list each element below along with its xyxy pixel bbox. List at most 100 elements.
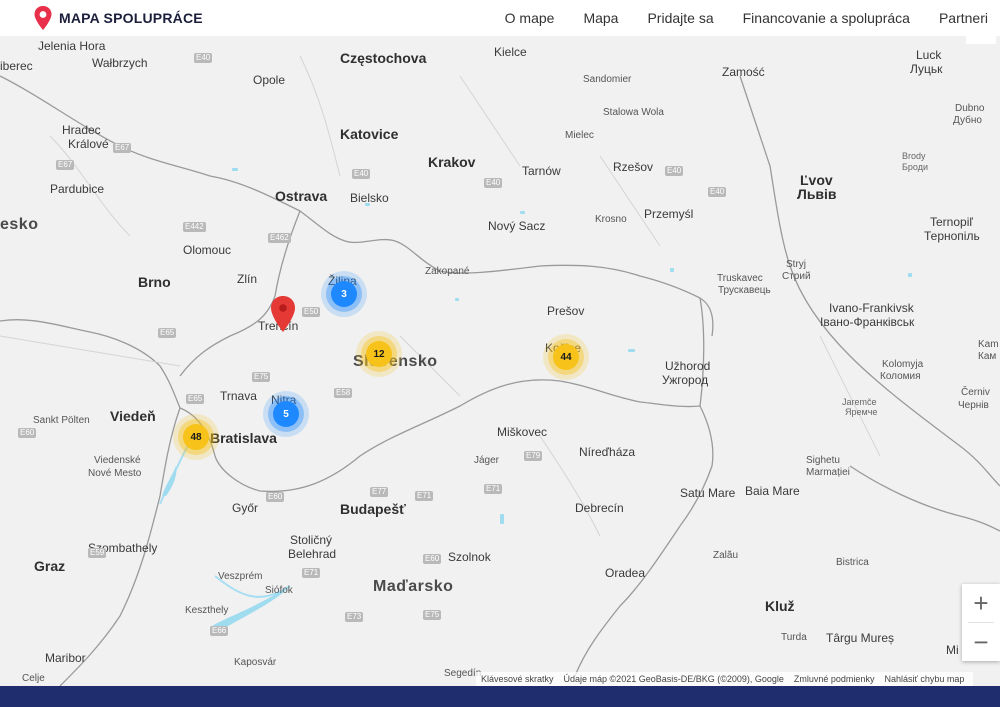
label-zakopane: Zakopané xyxy=(425,266,470,277)
label-zlin: Zlín xyxy=(237,272,258,286)
label-kluz: Kluž xyxy=(765,598,795,614)
label-novy-sacz: Nový Sacz xyxy=(488,219,546,233)
road-shield: E79 xyxy=(524,451,543,461)
footer-bar xyxy=(0,686,1000,707)
label-targu-mures: Târgu Mureș xyxy=(826,631,895,645)
label-vesprem: Veszprém xyxy=(218,571,263,582)
label-rzesov: Rzešov xyxy=(613,160,654,174)
road-shield: E40 xyxy=(352,169,371,179)
map-attribution: Klávesové skratky Údaje máp ©2021 GeoBas… xyxy=(476,672,974,686)
label-walbrzych: Wałbrzych xyxy=(92,56,148,70)
road-shield: E40 xyxy=(708,187,727,197)
label-satu-mare: Satu Mare xyxy=(680,486,736,500)
label-czestochowa: Częstochova xyxy=(340,50,427,66)
label-lvov-cyr: Львів xyxy=(797,186,837,202)
label-ostrava: Ostrava xyxy=(275,188,328,204)
road-shield: E75 xyxy=(252,372,271,382)
zoom-out-button[interactable]: − xyxy=(962,623,1000,661)
label-marmatiei: Marmației xyxy=(806,467,850,478)
label-pardubice: Pardubice xyxy=(50,182,105,196)
road-shield: E71 xyxy=(415,491,434,501)
map-base-layer xyxy=(0,55,1000,686)
label-oradea: Oradea xyxy=(605,566,646,580)
terms-link[interactable]: Zmluvné podmienky xyxy=(794,674,875,684)
label-cernivce-cyr: Чернів xyxy=(958,400,989,411)
road-shield: E40 xyxy=(484,178,503,188)
cluster-kosice[interactable]: 44 xyxy=(553,344,579,370)
road-shield: E67 xyxy=(113,143,132,153)
label-krosno: Krosno xyxy=(595,214,627,225)
label-kam-cyr: Кам xyxy=(978,351,997,362)
label-gyor: Győr xyxy=(232,501,259,515)
label-uzhorod-cyr: Ужгород xyxy=(662,373,709,387)
label-zalau: Zalău xyxy=(713,550,739,561)
road-shield: E65 xyxy=(186,394,205,404)
road-shield: E462 xyxy=(268,233,291,243)
label-olomouc: Olomouc xyxy=(183,243,232,257)
label-keszthely: Keszthely xyxy=(185,605,229,616)
label-hradec: Hradec xyxy=(62,123,101,137)
keyboard-shortcuts-link[interactable]: Klávesové skratky xyxy=(481,674,554,684)
cluster-bratislava[interactable]: 48 xyxy=(183,424,209,450)
label-dubno-cyr: Дубно xyxy=(953,115,982,126)
label-luck-cyr: Луцьк xyxy=(910,62,943,76)
label-cesko: esko xyxy=(0,216,39,233)
label-ivano-cyr: Івано-Франківськ xyxy=(820,315,915,329)
road-shield: E73 xyxy=(345,612,364,622)
site-title: MAPA SPOLUPRÁCE xyxy=(59,10,203,26)
zoom-controls: + − xyxy=(962,584,1000,661)
label-debrecin: Debrecín xyxy=(575,501,624,515)
label-bistrica: Bistrica xyxy=(836,557,869,568)
nav-o-mape[interactable]: O mape xyxy=(505,10,555,26)
nav-financovanie[interactable]: Financovanie a spolupráca xyxy=(743,10,910,26)
brand[interactable]: MAPA SPOLUPRÁCE xyxy=(34,6,203,30)
label-budapest: Budapešť xyxy=(340,501,406,517)
road-shield: E442 xyxy=(183,222,206,232)
road-shield: E71 xyxy=(484,484,503,494)
nav-mapa[interactable]: Mapa xyxy=(583,10,618,26)
main-nav: O mape Mapa Pridajte sa Financovanie a s… xyxy=(476,10,988,26)
label-presov: Prešov xyxy=(547,304,585,318)
report-error-link[interactable]: Nahlásiť chybu map xyxy=(884,674,964,684)
label-brno: Brno xyxy=(138,274,171,290)
zoom-in-button[interactable]: + xyxy=(962,584,1000,622)
label-przemysl: Przemyśl xyxy=(644,207,694,221)
fullscreen-control[interactable] xyxy=(966,36,996,44)
label-szolnok: Szolnok xyxy=(448,550,491,564)
cluster-central-slovakia[interactable]: 12 xyxy=(366,341,392,367)
road-shield: E71 xyxy=(302,568,321,578)
label-luck: Luck xyxy=(916,48,942,62)
map-canvas[interactable]: Jelenia Hora iberec Wałbrzych Opole Częs… xyxy=(0,36,1000,686)
road-shield: E40 xyxy=(665,166,684,176)
label-trnava: Trnava xyxy=(220,389,257,403)
map-marker-pin-icon[interactable] xyxy=(270,296,296,332)
road-shield: E75 xyxy=(423,610,442,620)
label-katovice: Katovice xyxy=(340,126,399,142)
label-celje: Celje xyxy=(22,673,45,684)
road-shield: E67 xyxy=(56,160,75,170)
map-data-attribution: Údaje máp ©2021 GeoBasis-DE/BKG (©2009),… xyxy=(563,674,784,684)
label-kaposvar: Kaposvár xyxy=(234,657,277,668)
road-shield: E60 xyxy=(423,554,442,564)
cluster-zilina[interactable]: 3 xyxy=(331,281,357,307)
label-bratislava: Bratislava xyxy=(210,430,277,446)
road-shield: E58 xyxy=(334,388,353,398)
label-opole: Opole xyxy=(253,73,286,87)
label-truskavec-cyr: Трускавець xyxy=(718,285,771,296)
road-shield: E77 xyxy=(370,487,389,497)
label-viedenske: Viedenské xyxy=(94,455,141,466)
label-nove-mesto: Nové Mesto xyxy=(88,468,142,479)
label-stalowa-wola: Stalowa Wola xyxy=(603,107,664,118)
nav-partneri[interactable]: Partneri xyxy=(939,10,988,26)
label-miskovec: Miškovec xyxy=(497,425,548,439)
road-shield: E60 xyxy=(18,428,37,438)
label-siofok: Siófok xyxy=(265,585,293,596)
cluster-nitra[interactable]: 5 xyxy=(273,401,299,427)
label-liberec: iberec xyxy=(0,59,33,73)
label-jaremce-cyr: Яремче xyxy=(845,407,878,417)
road-shield: E59 xyxy=(88,548,107,558)
label-jager: Jáger xyxy=(474,455,500,466)
location-pin-icon xyxy=(34,6,52,30)
label-kralove: Králové xyxy=(68,137,109,151)
nav-pridajte-sa[interactable]: Pridajte sa xyxy=(647,10,713,26)
